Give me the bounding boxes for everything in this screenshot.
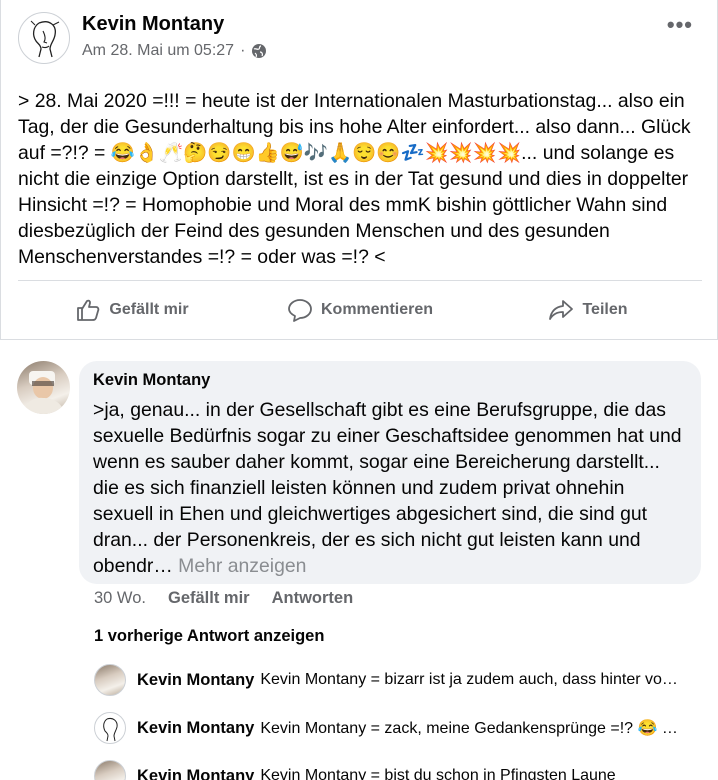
comment-like-button[interactable]: Gefällt mir (168, 589, 250, 608)
reply-preview-text: Kevin Montany = bizarr ist ja zudem auch… (260, 671, 678, 688)
commenter-avatar[interactable] (17, 361, 70, 414)
globe-icon (252, 44, 267, 58)
reply-avatar[interactable] (94, 664, 126, 696)
reply-avatar[interactable] (94, 712, 126, 744)
more-options-button[interactable]: ••• (667, 12, 693, 38)
reply-row[interactable]: Kevin Montany Kevin Montany = bizarr ist… (94, 663, 704, 697)
post-author-name[interactable]: Kevin Montany (82, 13, 224, 36)
meta-separator: · (240, 42, 246, 59)
share-icon (549, 299, 574, 320)
reply-avatar[interactable] (94, 760, 126, 780)
reply-author-name[interactable]: Kevin Montany (137, 671, 254, 690)
reply-row[interactable]: Kevin Montany Kevin Montany = bist du sc… (94, 759, 704, 780)
comment-button[interactable]: Kommentieren (246, 281, 474, 338)
reply-row[interactable]: Kevin Montany Kevin Montany = zack, mein… (94, 711, 704, 745)
comment-author-name[interactable]: Kevin Montany (93, 371, 687, 390)
post-card: Kevin Montany Am 28. Mai um 05:27 · ••• … (0, 0, 718, 340)
like-button[interactable]: Gefällt mir (18, 281, 246, 338)
comment-meta: 30 Wo. Gefällt mir Antworten (94, 589, 353, 608)
comment-reply-button[interactable]: Antworten (272, 589, 354, 608)
comment-body: >ja, genau... in der Gesellschaft gibt e… (93, 399, 687, 577)
author-avatar[interactable] (18, 12, 70, 64)
comment-time[interactable]: 30 Wo. (94, 589, 146, 608)
share-button[interactable]: Teilen (474, 281, 702, 338)
share-label: Teilen (582, 300, 628, 318)
post-text: > 28. Mai 2020 =!!! = heute ist der Inte… (18, 90, 697, 268)
view-previous-replies-link[interactable]: 1 vorherige Antwort anzeigen (94, 627, 324, 646)
comment-label: Kommentieren (320, 300, 434, 318)
reply-author-name[interactable]: Kevin Montany (137, 767, 254, 780)
reply-preview-text: Kevin Montany = bist du schon in Pfingst… (260, 767, 616, 780)
post-actions: Gefällt mir Kommentieren Teilen (18, 280, 702, 338)
post-meta: Am 28. Mai um 05:27 · (82, 42, 267, 60)
sketch-portrait-icon (103, 718, 118, 742)
reply-author-name[interactable]: Kevin Montany (137, 719, 254, 738)
show-more-link[interactable]: Mehr anzeigen (178, 555, 306, 577)
comment-text: >ja, genau... in der Gesellschaft gibt e… (93, 397, 687, 579)
comment-icon (288, 298, 312, 322)
profile-photo-icon (23, 371, 64, 414)
reply-preview-text: Kevin Montany = zack, meine Gedankensprü… (260, 720, 678, 737)
comment-bubble: Kevin Montany >ja, genau... in der Gesel… (79, 361, 701, 584)
sketch-portrait-icon (30, 20, 60, 58)
thumbs-up-icon (77, 299, 100, 321)
like-label: Gefällt mir (109, 300, 189, 318)
post-timestamp[interactable]: Am 28. Mai um 05:27 (82, 42, 234, 60)
